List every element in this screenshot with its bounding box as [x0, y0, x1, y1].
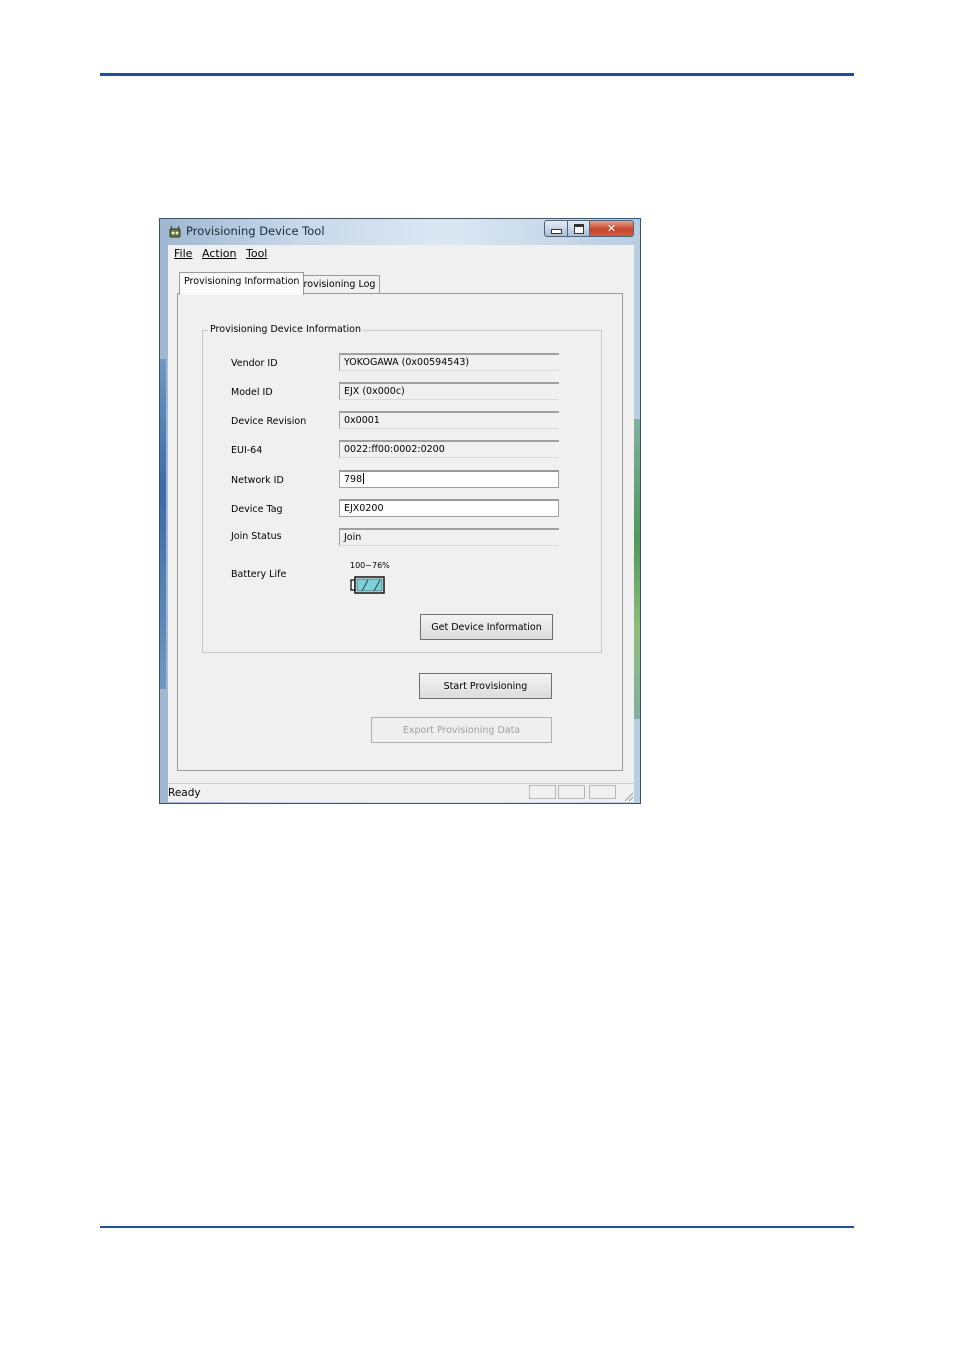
battery-life-label: Battery Life	[231, 569, 287, 580]
get-device-information-button[interactable]: Get Device Information	[420, 614, 553, 640]
join-status-field[interactable]: Join	[339, 528, 559, 546]
battery-fill	[356, 578, 383, 592]
join-status-label: Join Status	[231, 531, 282, 542]
minimize-button[interactable]	[544, 220, 568, 237]
battery-icon	[350, 576, 385, 594]
device-tag-input[interactable]: EJX0200	[339, 499, 559, 517]
app-window: Provisioning Device Tool ✕ File Action T…	[159, 218, 641, 804]
eui64-label: EUI-64	[231, 445, 263, 456]
menu-action[interactable]: Action	[202, 247, 236, 260]
close-icon: ✕	[606, 222, 617, 235]
device-revision-field[interactable]: 0x0001	[339, 411, 559, 429]
resize-grip-icon[interactable]	[622, 790, 634, 802]
eui64-field[interactable]: 0022:ff00:0002:0200	[339, 440, 559, 458]
model-id-field[interactable]: EJX (0x000c)	[339, 382, 559, 400]
device-tag-label: Device Tag	[231, 504, 283, 515]
tab-provisioning-information[interactable]: Provisioning Information	[179, 272, 305, 295]
network-id-value: 798	[344, 474, 363, 485]
network-id-input[interactable]: 798	[339, 470, 559, 488]
maximize-icon	[573, 223, 584, 234]
title-bar[interactable]: Provisioning Device Tool ✕	[160, 219, 640, 245]
tab-panel: Provisioning Device Information Vendor I…	[177, 293, 623, 771]
model-id-label: Model ID	[231, 387, 273, 398]
vendor-id-field[interactable]: YOKOGAWA (0x00594543)	[339, 353, 559, 371]
device-info-group: Provisioning Device Information Vendor I…	[202, 324, 602, 653]
page-top-rule	[100, 73, 854, 76]
menu-file[interactable]: File	[174, 247, 192, 260]
maximize-button[interactable]	[568, 220, 590, 237]
status-panel-3	[589, 785, 616, 799]
status-bar: Ready	[168, 783, 634, 802]
menu-bar: File Action Tool	[168, 245, 634, 264]
window-frame-right	[634, 419, 640, 719]
caption-buttons: ✕	[544, 220, 634, 238]
status-panel-2	[558, 785, 585, 799]
export-provisioning-data-button: Export Provisioning Data	[371, 717, 552, 743]
tab-provisioning-log[interactable]: Provisioning Log	[293, 275, 381, 295]
start-provisioning-button[interactable]: Start Provisioning	[419, 673, 552, 699]
window-title: Provisioning Device Tool	[186, 224, 325, 238]
status-panel-1	[529, 785, 556, 799]
battery-percent-text: 100~76%	[350, 561, 390, 570]
client-area: Provisioning Information Provisioning Lo…	[168, 263, 634, 799]
status-text: Ready	[168, 787, 201, 799]
minimize-icon	[550, 229, 562, 234]
close-button[interactable]: ✕	[590, 220, 634, 237]
group-legend: Provisioning Device Information	[208, 324, 363, 335]
vendor-id-label: Vendor ID	[231, 358, 278, 369]
menu-tool[interactable]: Tool	[246, 247, 267, 260]
window-frame-left	[160, 359, 166, 689]
app-icon	[169, 225, 181, 238]
page-bottom-rule	[100, 1226, 854, 1228]
device-revision-label: Device Revision	[231, 416, 307, 427]
text-caret	[363, 473, 365, 484]
network-id-label: Network ID	[231, 475, 284, 486]
